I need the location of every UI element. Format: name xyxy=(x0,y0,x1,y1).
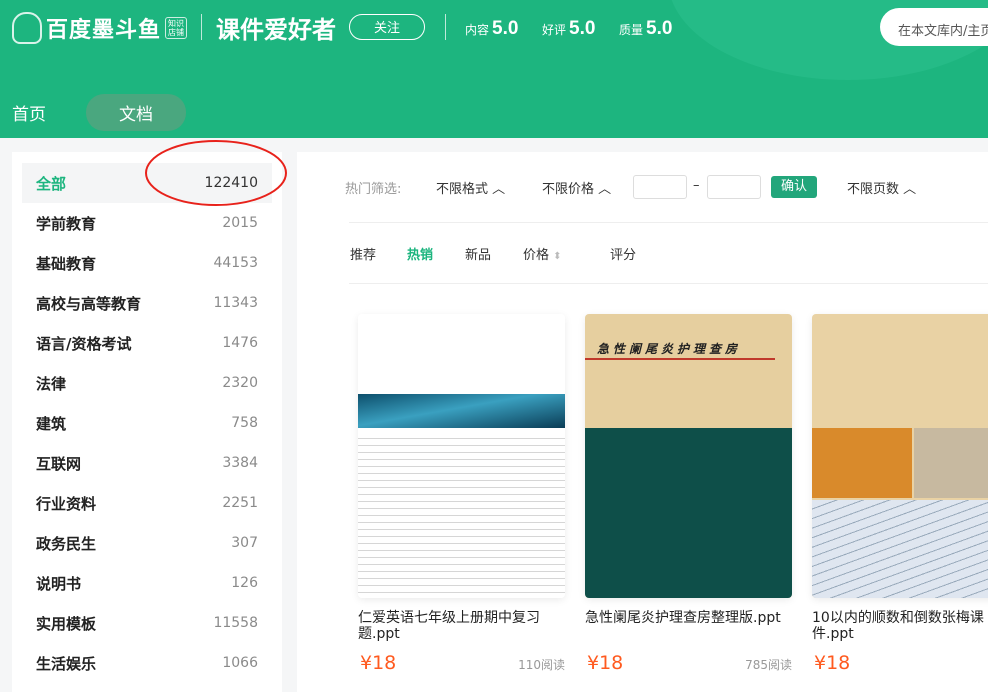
category-count: 44153 xyxy=(213,255,258,271)
doc-thumbnail xyxy=(358,314,565,598)
sort-hot[interactable]: 热销 xyxy=(407,244,433,263)
category-label: 学前教育 xyxy=(36,214,97,233)
category-item[interactable]: 政务民生 307 xyxy=(22,523,272,563)
doc-thumbnail xyxy=(812,314,988,598)
score-reviews: 好评 5.0 xyxy=(542,18,596,39)
category-label: 实用模板 xyxy=(36,614,97,633)
shop-nav: 首页 文档 xyxy=(0,94,186,131)
doc-title[interactable]: 仁爱英语七年级上册期中复习题.ppt xyxy=(358,610,565,642)
shop-name: 课件爱好者 xyxy=(216,16,336,44)
category-item[interactable]: 行业资料 2251 xyxy=(22,483,272,523)
sort-rating[interactable]: 评分 xyxy=(610,244,636,263)
divider xyxy=(445,14,446,40)
doc-price: ¥18 xyxy=(814,652,851,674)
divider xyxy=(349,283,988,284)
range-dash: – xyxy=(693,178,700,193)
category-item[interactable]: 互联网 3384 xyxy=(22,443,272,483)
doc-thumbnail: 急性阑尾炎护理查房 xyxy=(585,314,792,598)
category-count: 11558 xyxy=(213,615,258,631)
filter-label: 热门筛选: xyxy=(345,182,402,197)
category-sidebar: 全部 122410 学前教育 2015 基础教育 44153 高校与高等教育 11343 语言/… xyxy=(12,152,282,692)
red-circle-annotation xyxy=(145,140,287,206)
brand-logo[interactable]: 百度墨斗鱼 知识店铺 xyxy=(12,12,188,44)
category-item[interactable]: 说明书 126 xyxy=(22,563,272,603)
category-count: 126 xyxy=(231,575,258,591)
category-item[interactable]: 语言/资格考试 1476 xyxy=(22,323,272,363)
score-quality: 质量 5.0 xyxy=(619,18,673,39)
nav-docs[interactable]: 文档 xyxy=(86,94,186,131)
category-label: 政务民生 xyxy=(36,534,97,553)
category-count: 1066 xyxy=(222,655,258,671)
category-item[interactable]: 实用模板 11558 xyxy=(22,603,272,643)
doc-card[interactable]: 10以内的顺数和倒数张梅课件.ppt ¥18 39 xyxy=(812,314,988,674)
pages-filter[interactable]: 不限页数 ︿ xyxy=(847,178,916,197)
nav-home[interactable]: 首页 xyxy=(0,94,58,131)
category-label: 互联网 xyxy=(36,454,82,473)
category-count: 1476 xyxy=(222,335,258,351)
divider xyxy=(349,222,988,223)
category-item[interactable]: 生活娱乐 1066 xyxy=(22,643,272,683)
category-item[interactable]: 基础教育 44153 xyxy=(22,243,272,283)
doc-card[interactable]: 仁爱英语七年级上册期中复习题.ppt ¥18 110阅读 xyxy=(358,314,565,674)
category-label: 基础教育 xyxy=(36,254,97,273)
category-count: 2251 xyxy=(222,495,258,511)
divider xyxy=(201,14,202,40)
category-label: 行业资料 xyxy=(36,494,97,513)
category-label: 说明书 xyxy=(36,574,82,593)
category-count: 2015 xyxy=(222,215,258,231)
category-label: 建筑 xyxy=(36,414,67,433)
min-price-input[interactable] xyxy=(633,175,687,199)
category-item[interactable]: 建筑 758 xyxy=(22,403,272,443)
category-label: 语言/资格考试 xyxy=(36,334,132,353)
category-item[interactable]: 高校与高等教育 11343 xyxy=(22,283,272,323)
sort-new[interactable]: 新品 xyxy=(465,244,491,263)
chevron-up-icon: ︿ xyxy=(903,182,917,197)
doc-price: ¥18 xyxy=(360,652,397,674)
category-label: 高校与高等教育 xyxy=(36,294,142,313)
confirm-button[interactable]: 确认 xyxy=(771,176,817,198)
score-content: 内容 5.0 xyxy=(465,18,519,39)
category-label: 全部 xyxy=(36,174,67,193)
category-count: 307 xyxy=(231,535,258,551)
category-count: 758 xyxy=(231,415,258,431)
max-price-input[interactable] xyxy=(707,175,761,199)
chevron-up-icon: ︿ xyxy=(598,182,612,197)
category-count: 3384 xyxy=(222,455,258,471)
doc-reads: 110阅读 xyxy=(518,658,565,672)
format-filter[interactable]: 不限格式 ︿ xyxy=(436,178,505,197)
doc-price: ¥18 xyxy=(587,652,624,674)
shop-header: 百度墨斗鱼 知识店铺 课件爱好者 关注 内容 5.0 好评 5.0 质量 5.0 在本… xyxy=(0,0,988,138)
category-label: 法律 xyxy=(36,374,67,393)
brand-name: 百度墨斗鱼 xyxy=(46,18,162,43)
search-input[interactable]: 在本文库内/主页 xyxy=(880,8,988,46)
chevron-up-icon: ︿ xyxy=(492,182,506,197)
doc-card[interactable]: 急性阑尾炎护理查房 急性阑尾炎护理查房整理版.ppt ¥18 785阅读 xyxy=(585,314,792,674)
category-item[interactable]: 法律 2320 xyxy=(22,363,272,403)
document-list-panel: 热门筛选: 不限格式 ︿ 不限价格 ︿ – 确认 不限页数 ︿ 推荐 热销 新品… xyxy=(297,152,988,692)
sort-arrows-icon: ⬍ xyxy=(553,251,562,262)
sort-recommend[interactable]: 推荐 xyxy=(350,244,376,263)
doc-title[interactable]: 10以内的顺数和倒数张梅课件.ppt xyxy=(812,610,988,642)
brand-badge: 知识店铺 xyxy=(165,17,188,39)
doc-reads: 785阅读 xyxy=(745,658,792,672)
category-item[interactable]: 学前教育 2015 xyxy=(22,203,272,243)
squid-icon xyxy=(12,12,42,44)
category-label: 生活娱乐 xyxy=(36,654,97,673)
price-filter[interactable]: 不限价格 ︿ xyxy=(542,178,611,197)
category-count: 11343 xyxy=(213,295,258,311)
sort-price[interactable]: 价格 ⬍ xyxy=(523,244,562,263)
follow-button[interactable]: 关注 xyxy=(349,14,425,40)
category-count: 2320 xyxy=(222,375,258,391)
doc-title[interactable]: 急性阑尾炎护理查房整理版.ppt xyxy=(585,610,792,642)
